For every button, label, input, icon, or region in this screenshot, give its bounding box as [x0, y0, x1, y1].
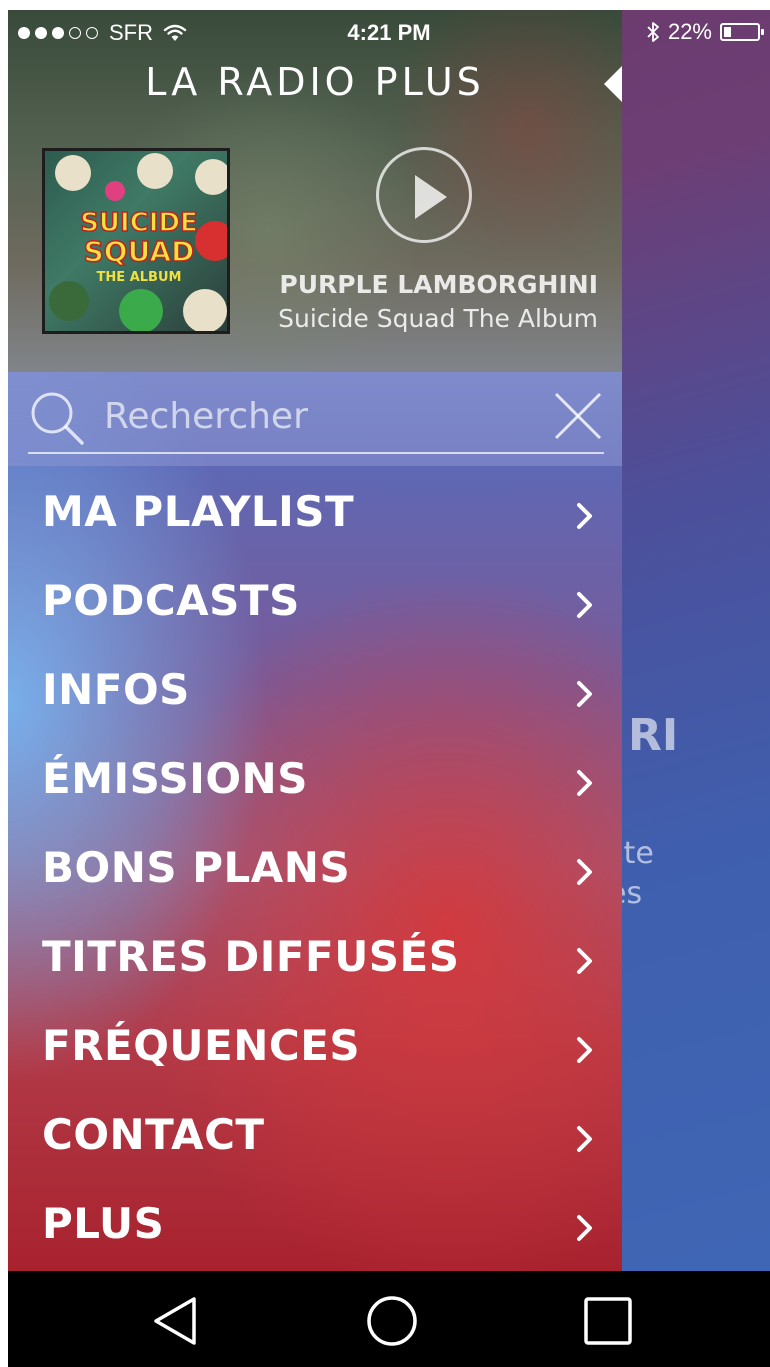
album-art-line2: SQUAD — [84, 235, 195, 268]
chevron-right-icon — [577, 1037, 592, 1063]
recents-icon[interactable] — [582, 1295, 634, 1347]
menu-item-label: PODCASTS — [42, 576, 300, 625]
menu-item-label: PLUS — [42, 1199, 165, 1248]
chevron-right-icon — [577, 859, 592, 885]
menu-item-label: INFOS — [42, 665, 190, 714]
menu-item-emissions[interactable]: ÉMISSIONS — [8, 736, 622, 825]
collapse-arrow-icon[interactable] — [604, 66, 622, 102]
search-underline — [28, 452, 604, 454]
background-title-fragment: RI — [628, 710, 679, 761]
menu-item-label: CONTACT — [42, 1110, 265, 1159]
search-input[interactable] — [104, 386, 534, 446]
menu-item-label: BONS PLANS — [42, 843, 351, 892]
battery-level-fill — [724, 27, 731, 37]
chevron-right-icon — [577, 681, 592, 707]
chevron-right-icon — [577, 1126, 592, 1152]
menu-item-podcasts[interactable]: PODCASTS — [8, 558, 622, 647]
drawer-menu: MA PLAYLIST PODCASTS INFOS ÉMISSIONS BON… — [8, 469, 622, 1270]
battery-icon — [720, 23, 764, 41]
battery-cap — [761, 29, 764, 35]
chevron-right-icon — [577, 503, 592, 529]
chevron-right-icon — [577, 1215, 592, 1241]
home-icon[interactable] — [366, 1295, 418, 1347]
menu-item-plus[interactable]: PLUS — [8, 1181, 622, 1270]
track-title: PURPLE LAMBORGHINI — [279, 270, 598, 299]
status-bar: SFR 4:21 PM 22% — [8, 10, 770, 54]
track-album: Suicide Squad The Album — [278, 304, 598, 333]
navigation-drawer: LA RADIO PLUS SUICIDE SQUAD THE ALBUM PU… — [8, 10, 622, 1271]
back-icon[interactable] — [150, 1295, 202, 1347]
chevron-right-icon — [577, 592, 592, 618]
menu-item-label: MA PLAYLIST — [42, 487, 355, 536]
menu-item-infos[interactable]: INFOS — [8, 647, 622, 736]
chevron-right-icon — [577, 948, 592, 974]
menu-item-label: FRÉQUENCES — [42, 1021, 361, 1070]
menu-item-titres-diffuses[interactable]: TITRES DIFFUSÉS — [8, 914, 622, 1003]
menu-item-ma-playlist[interactable]: MA PLAYLIST — [8, 469, 622, 558]
album-art: SUICIDE SQUAD THE ALBUM — [42, 148, 230, 334]
menu-item-bons-plans[interactable]: BONS PLANS — [8, 825, 622, 914]
android-nav-bar — [8, 1271, 770, 1367]
search-bar — [8, 372, 622, 466]
bluetooth-icon — [647, 22, 659, 42]
app-screen: RI ste es LA RADIO PLUS SUICIDE SQUAD TH… — [8, 10, 770, 1271]
menu-item-label: ÉMISSIONS — [42, 754, 308, 803]
album-art-line3: THE ALBUM — [97, 270, 182, 285]
chevron-right-icon — [577, 770, 592, 796]
album-art-line1: SUICIDE — [80, 208, 198, 238]
menu-item-frequences[interactable]: FRÉQUENCES — [8, 1003, 622, 1092]
menu-item-contact[interactable]: CONTACT — [8, 1092, 622, 1181]
search-icon — [31, 392, 84, 445]
menu-item-label: TITRES DIFFUSÉS — [42, 932, 460, 981]
status-right: 22% — [646, 19, 764, 45]
play-button[interactable] — [376, 147, 472, 243]
close-icon[interactable] — [552, 390, 604, 442]
app-title: LA RADIO PLUS — [145, 60, 485, 104]
battery-percent: 22% — [667, 19, 712, 44]
